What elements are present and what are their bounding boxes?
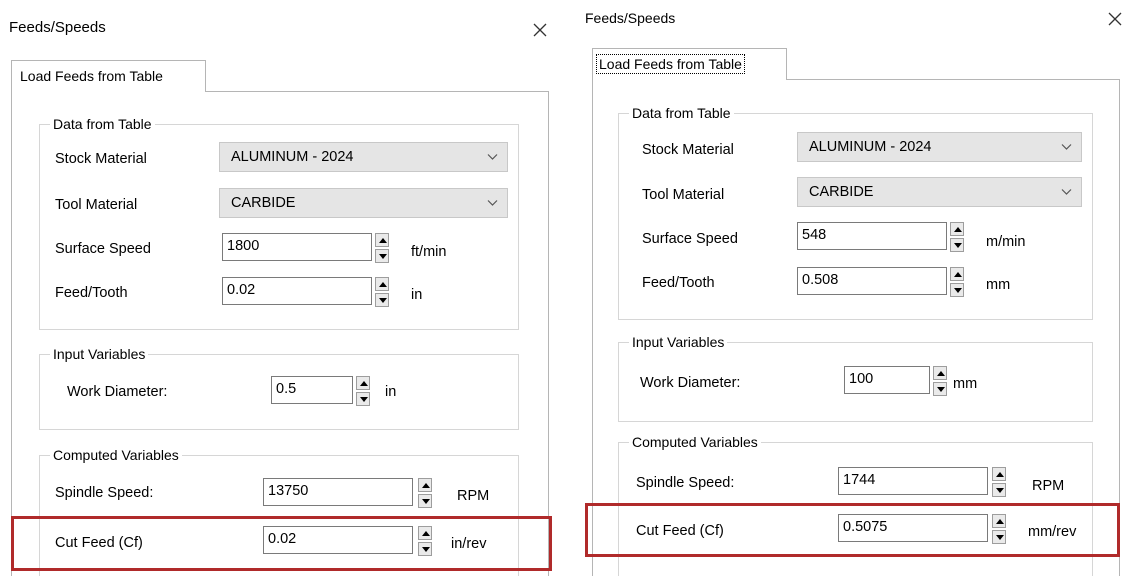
tab-label: Load Feeds from Table: [20, 68, 163, 84]
tool-material-value: CARBIDE: [231, 195, 296, 211]
work-diameter-label: Work Diameter:: [640, 375, 741, 391]
spin-down-button[interactable]: [375, 249, 389, 263]
spindle-speed-label: Spindle Speed:: [636, 475, 735, 491]
stock-material-value: ALUMINUM - 2024: [809, 139, 932, 155]
spindle-speed-label: Spindle Speed:: [55, 485, 154, 501]
work-diameter-input[interactable]: 100: [844, 366, 930, 394]
spin-down-button[interactable]: [992, 483, 1006, 497]
spindle-speed-input[interactable]: 1744: [838, 467, 988, 495]
feed-tooth-label: Feed/Tooth: [642, 275, 715, 291]
stock-material-value: ALUMINUM - 2024: [231, 149, 354, 165]
group-legend: Data from Table: [629, 104, 734, 122]
tool-material-value: CARBIDE: [809, 184, 874, 200]
stock-material-select[interactable]: ALUMINUM - 2024: [797, 132, 1082, 162]
spin-up-button[interactable]: [950, 267, 964, 281]
surface-speed-input[interactable]: 548: [797, 222, 947, 250]
surface-speed-unit: ft/min: [411, 244, 447, 260]
tool-material-select[interactable]: CARBIDE: [797, 177, 1082, 207]
spindle-speed-spinner[interactable]: [418, 478, 432, 508]
tool-material-label: Tool Material: [55, 197, 138, 213]
spin-down-button[interactable]: [356, 392, 370, 406]
group-legend: Computed Variables: [629, 433, 761, 451]
work-diameter-input[interactable]: 0.5: [271, 376, 353, 404]
spindle-speed-unit: RPM: [1032, 478, 1065, 494]
feed-tooth-spinner[interactable]: [950, 267, 964, 297]
dialog-title: Feeds/Speeds: [585, 10, 676, 26]
tool-material-select[interactable]: CARBIDE: [219, 188, 508, 218]
spin-up-button[interactable]: [356, 376, 370, 390]
group-legend: Computed Variables: [50, 446, 182, 464]
feed-tooth-input[interactable]: 0.508: [797, 267, 947, 295]
stock-material-select[interactable]: ALUMINUM - 2024: [219, 142, 508, 172]
surface-speed-label: Surface Speed: [642, 231, 738, 247]
group-legend: Input Variables: [629, 333, 728, 351]
tab-load-feeds-from-table[interactable]: Load Feeds from Table: [11, 60, 206, 92]
spin-up-button[interactable]: [992, 467, 1006, 481]
feed-tooth-unit: in: [411, 287, 423, 303]
spin-down-button[interactable]: [375, 293, 389, 307]
spin-down-button[interactable]: [418, 494, 432, 508]
feed-tooth-spinner[interactable]: [375, 277, 389, 307]
chevron-down-icon: [1061, 189, 1072, 195]
spin-up-button[interactable]: [375, 233, 389, 247]
surface-speed-spinner[interactable]: [950, 222, 964, 252]
stock-material-label: Stock Material: [55, 151, 147, 167]
spin-up-button[interactable]: [950, 222, 964, 236]
spin-down-button[interactable]: [933, 382, 947, 396]
group-legend: Data from Table: [50, 115, 155, 133]
work-diameter-unit: mm: [953, 376, 978, 392]
feed-tooth-unit: mm: [986, 277, 1011, 293]
spin-down-button[interactable]: [950, 238, 964, 252]
spindle-speed-input[interactable]: 13750: [263, 478, 413, 506]
work-diameter-spinner[interactable]: [356, 376, 370, 406]
spin-up-button[interactable]: [418, 478, 432, 492]
surface-speed-spinner[interactable]: [375, 233, 389, 263]
work-diameter-unit: in: [385, 384, 397, 400]
dialog-title: Feeds/Speeds: [9, 19, 106, 36]
work-diameter-spinner[interactable]: [933, 366, 947, 396]
feeds-speeds-dialog-right: Feeds/Speeds Load Feeds from Table Data …: [579, 0, 1126, 576]
cut-feed-highlight: [11, 516, 552, 571]
spindle-speed-spinner[interactable]: [992, 467, 1006, 497]
tab-load-feeds-from-table[interactable]: Load Feeds from Table: [592, 48, 787, 80]
spindle-speed-unit: RPM: [457, 488, 490, 504]
spin-down-button[interactable]: [950, 283, 964, 297]
feed-tooth-input[interactable]: 0.02: [222, 277, 372, 305]
tool-material-label: Tool Material: [642, 187, 725, 203]
feed-tooth-label: Feed/Tooth: [55, 285, 128, 301]
group-legend: Input Variables: [50, 345, 149, 363]
close-icon[interactable]: [1107, 11, 1123, 27]
chevron-down-icon: [487, 154, 498, 160]
close-icon[interactable]: [532, 22, 548, 38]
spin-up-button[interactable]: [375, 277, 389, 291]
tab-label: Load Feeds from Table: [596, 54, 745, 74]
work-diameter-label: Work Diameter:: [67, 384, 168, 400]
chevron-down-icon: [487, 200, 498, 206]
feeds-speeds-dialog-left: Feeds/Speeds Load Feeds from Table Data …: [0, 0, 560, 576]
surface-speed-input[interactable]: 1800: [222, 233, 372, 261]
chevron-down-icon: [1061, 144, 1072, 150]
stock-material-label: Stock Material: [642, 142, 734, 158]
surface-speed-unit: m/min: [986, 234, 1026, 250]
surface-speed-label: Surface Speed: [55, 241, 151, 257]
cut-feed-highlight: [585, 503, 1120, 557]
spin-up-button[interactable]: [933, 366, 947, 380]
